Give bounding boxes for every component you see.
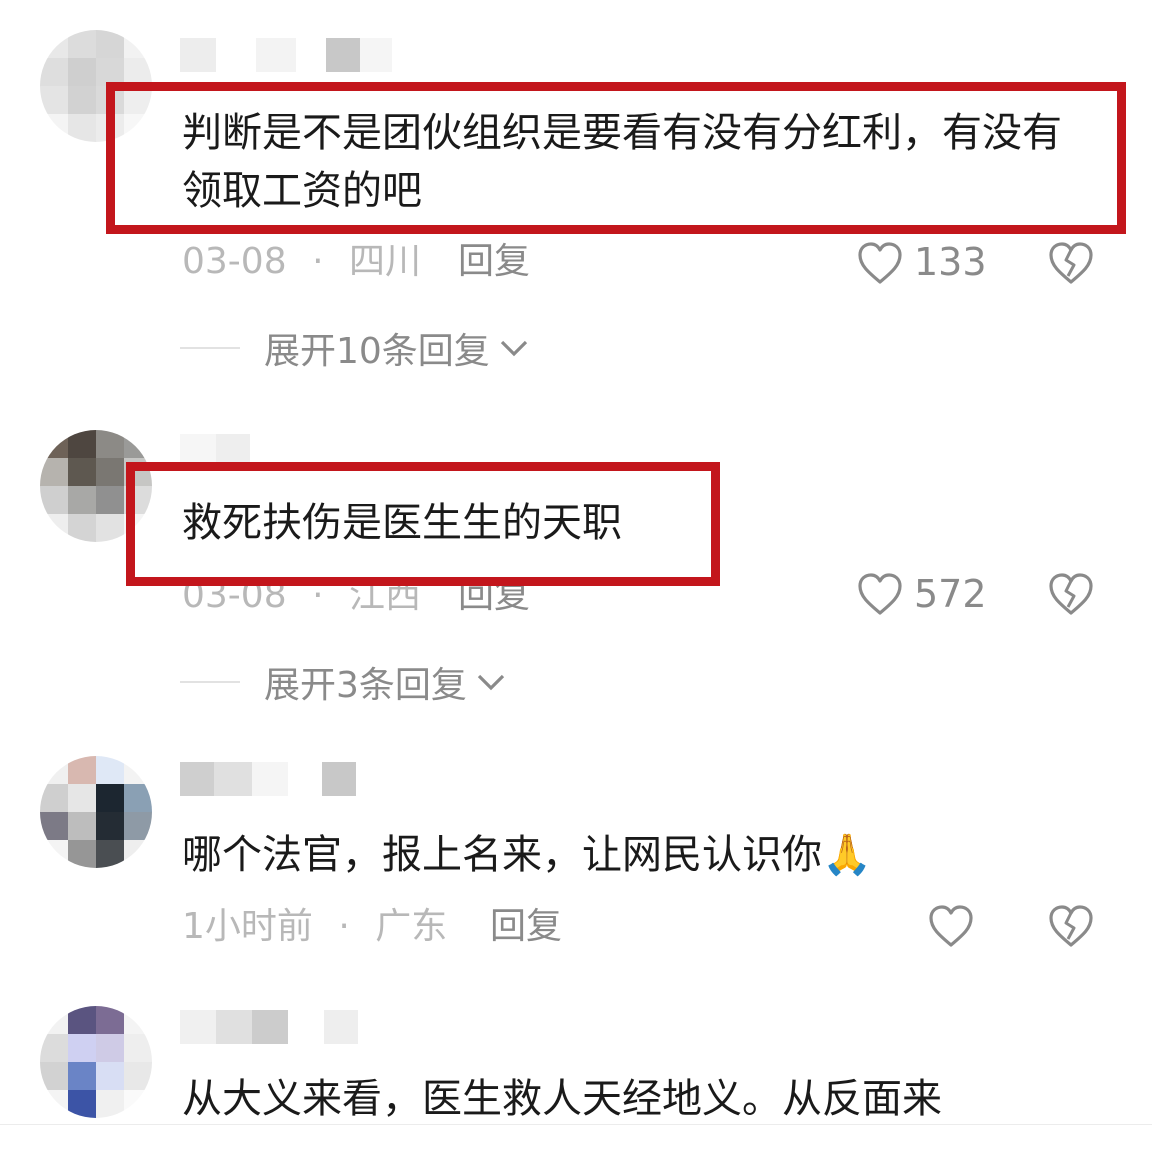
comment-date: 03-08 [182,241,287,282]
broken-heart-icon[interactable] [1047,571,1095,617]
like-count: 133 [914,240,987,284]
meta-separator: · [312,241,324,282]
heart-outline-icon[interactable] [856,240,904,286]
bottom-divider [0,1124,1152,1125]
heart-outline-icon[interactable] [856,571,904,617]
avatar[interactable] [40,756,152,868]
avatar[interactable] [40,1006,152,1118]
broken-heart-icon[interactable] [1047,903,1095,949]
comment-time: 1小时前 [182,906,313,947]
comment-location: 四川 [348,241,421,282]
comment-meta: 1小时前 · 广东 [182,905,447,949]
comment-location: 广东 [375,906,448,947]
expand-divider-line [180,681,240,683]
highlight-box [106,82,1126,234]
heart-outline-icon[interactable] [927,903,975,949]
reply-button[interactable]: 回复 [458,240,530,284]
username-blurred[interactable] [180,38,392,72]
expand-replies-label: 展开10条回复 [264,331,490,372]
chevron-down-icon [500,340,527,357]
like-count: 572 [914,572,987,616]
expand-replies-label: 展开3条回复 [264,665,467,706]
username-blurred[interactable] [180,762,356,796]
comment-meta: 03-08 · 四川 [182,240,421,284]
meta-separator: · [338,906,350,947]
highlight-box [126,462,720,586]
expand-divider-line [180,347,240,349]
reply-button[interactable]: 回复 [490,905,562,949]
comment-text: 哪个法官，报上名来，让网民认识你🙏 [182,832,872,878]
broken-heart-icon[interactable] [1047,240,1095,286]
username-blurred[interactable] [180,1010,358,1044]
chevron-down-icon [477,674,505,691]
comment-text: 从大义来看，医生救人天经地义。从反面来 [182,1076,942,1122]
expand-replies-button[interactable]: 展开3条回复 [180,660,507,706]
expand-replies-button[interactable]: 展开10条回复 [180,326,530,372]
